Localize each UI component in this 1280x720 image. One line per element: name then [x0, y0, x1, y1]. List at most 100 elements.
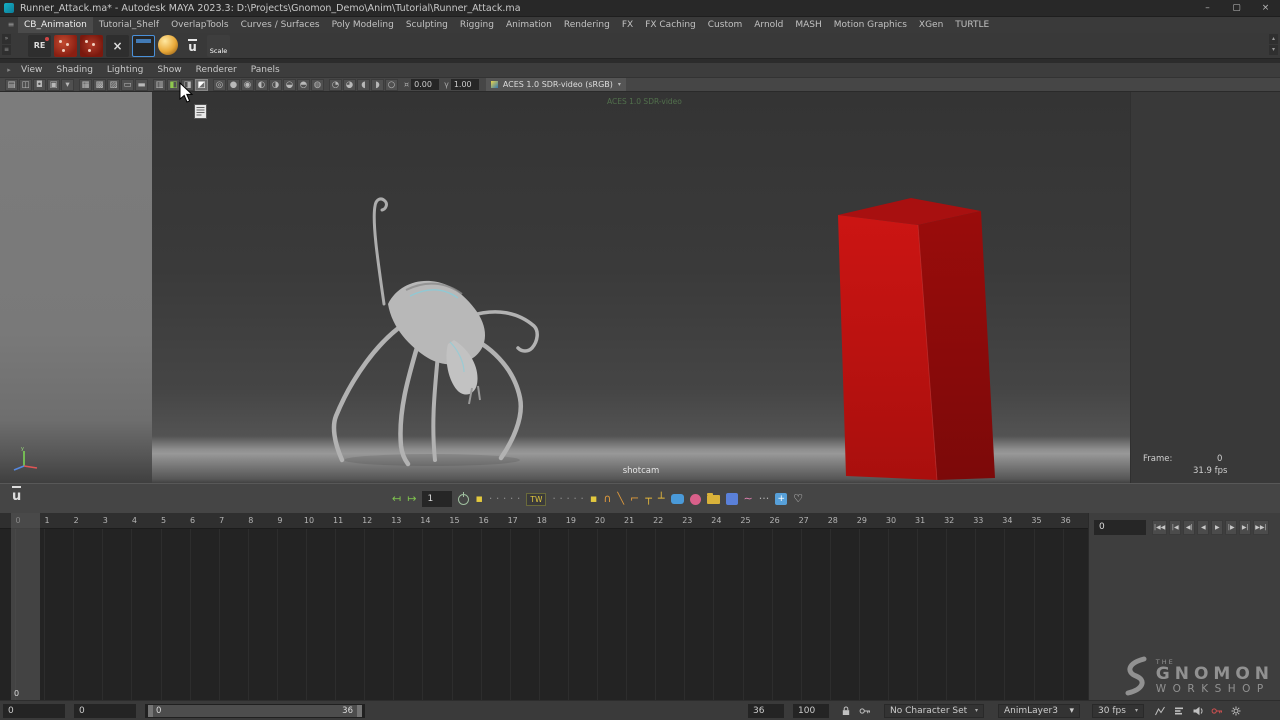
u-logo-icon[interactable]: u — [12, 489, 21, 504]
viewport[interactable]: y ACES 1.0 SDR-video shotcam — [0, 92, 1280, 483]
plugin-shapes-icon[interactable]: ○ — [385, 79, 398, 91]
go-to-start-button[interactable]: |◀◀ — [1152, 520, 1167, 535]
shadows-icon[interactable]: ◑ — [269, 79, 282, 91]
shelf-tab-curves-surfaces[interactable]: Curves / Surfaces — [235, 17, 326, 33]
image-plane-icon[interactable]: ▦ — [79, 79, 92, 91]
fps-dropdown[interactable]: 30 fps ▾ — [1092, 704, 1144, 718]
viewport-left-mask[interactable]: y — [0, 92, 152, 483]
viewport-right-mask[interactable]: Frame: 0 31.9 fps — [1130, 92, 1280, 483]
playback-start-field[interactable]: 0 — [74, 704, 136, 718]
auto-key-icon[interactable] — [1209, 704, 1224, 718]
animation-start-field[interactable]: 0 — [3, 704, 65, 718]
creature-model[interactable] — [322, 192, 552, 472]
more-options-icon[interactable]: ··· — [759, 492, 770, 506]
playhead[interactable]: 0 — [11, 513, 40, 700]
step-forward-icon[interactable]: ↦ — [407, 492, 416, 506]
panel-menu-shading[interactable]: Shading — [49, 65, 100, 75]
shelf-scroll-down-icon[interactable]: ▾ — [1269, 45, 1278, 55]
shelf-tab-motion-graphics[interactable]: Motion Graphics — [828, 17, 913, 33]
camera-lock-icon[interactable]: ◘ — [33, 79, 46, 91]
grease-pencil-icon[interactable]: ▨ — [107, 79, 120, 91]
time-slider[interactable]: 0123456789101112131415161718192021222324… — [0, 513, 1088, 700]
shelf-side-arrow-icon[interactable]: » — [2, 34, 11, 44]
character-key-icon[interactable]: + — [775, 493, 787, 505]
anchor-start-icon[interactable]: ┬ — [645, 492, 652, 506]
tangent-spline-icon[interactable]: ∩ — [603, 492, 611, 506]
play-forwards-button[interactable]: ▶ — [1211, 520, 1223, 535]
key-tick-left-icon[interactable]: ▪ — [475, 492, 482, 506]
panel-menu-show[interactable]: Show — [150, 65, 188, 75]
tangent-stepped-icon[interactable]: ⌐ — [630, 492, 639, 506]
xray-joints-icon[interactable]: ◗ — [371, 79, 384, 91]
red-box-model[interactable] — [834, 196, 1004, 482]
scale-shelf-icon[interactable]: Scale — [207, 35, 230, 57]
step-back-icon[interactable]: ↤ — [392, 492, 401, 506]
shelf-menu-icon[interactable]: ≡ — [4, 17, 18, 33]
depth-of-field-icon[interactable]: ◔ — [329, 79, 342, 91]
rig-shelf-icon-2[interactable] — [80, 35, 103, 57]
resolution-gate-icon[interactable]: ▬ — [135, 79, 148, 91]
key-tool-icon[interactable] — [726, 493, 738, 505]
camera-view[interactable]: ACES 1.0 SDR-video shotcam — [152, 92, 1130, 483]
animation-end-field[interactable]: 100 — [793, 704, 829, 718]
sphere-shelf-icon[interactable] — [158, 35, 178, 55]
tangent-linear-icon[interactable]: ╲ — [617, 492, 624, 506]
textured-mode-icon[interactable]: ◉ — [241, 79, 254, 91]
delete-shelf-icon[interactable]: × — [106, 35, 129, 57]
wireframe-icon[interactable]: ◎ — [213, 79, 226, 91]
range-fill[interactable] — [148, 705, 362, 717]
anchor-end-icon[interactable]: ┴ — [658, 492, 665, 506]
bookmarks-icon[interactable]: ▾ — [61, 79, 74, 91]
safe-title-icon[interactable]: ◩ — [195, 79, 208, 91]
speaker-icon[interactable] — [1190, 704, 1205, 718]
lighting-icon[interactable]: ◐ — [255, 79, 268, 91]
shelf-tab-rigging[interactable]: Rigging — [454, 17, 500, 33]
key-range-icon[interactable] — [857, 704, 872, 718]
shelf-tab-sculpting[interactable]: Sculpting — [400, 17, 454, 33]
anim-layer-dropdown[interactable]: AnimLayer3 ▾ — [998, 704, 1080, 718]
minimize-button[interactable]: – — [1193, 0, 1222, 16]
shelf-tab-rendering[interactable]: Rendering — [558, 17, 616, 33]
grid-icon[interactable]: ▩ — [93, 79, 106, 91]
range-slider[interactable]: 0 36 — [145, 704, 365, 718]
step-back-key-button[interactable]: ◀| — [1183, 520, 1195, 535]
current-frame-field[interactable]: 1 — [422, 491, 452, 507]
playback-end-field[interactable]: 36 — [748, 704, 784, 718]
screen-space-ao-icon[interactable]: ◒ — [283, 79, 296, 91]
shelf-tab-arnold[interactable]: Arnold — [748, 17, 789, 33]
motion-blur-icon[interactable]: ◓ — [297, 79, 310, 91]
maximize-button[interactable]: ▢ — [1222, 0, 1251, 16]
tick-dots-left[interactable]: · · · · · — [489, 492, 520, 506]
multisample-aa-icon[interactable]: ◍ — [311, 79, 324, 91]
shelf-tab-poly-modeling[interactable]: Poly Modeling — [326, 17, 400, 33]
time-ruler[interactable]: 0123456789101112131415161718192021222324… — [0, 513, 1088, 529]
shelf-side-menu-icon[interactable]: ≡ — [2, 45, 11, 55]
u-logo-shelf-icon[interactable]: u — [181, 35, 204, 57]
exposure-field[interactable]: 0.00 — [411, 79, 439, 90]
wave-icon[interactable]: ∼ — [744, 492, 753, 506]
folder-icon[interactable] — [707, 495, 720, 504]
shelf-tab-animation[interactable]: Animation — [500, 17, 558, 33]
shelf-tab-mash[interactable]: MASH — [789, 17, 827, 33]
shelf-tab-custom[interactable]: Custom — [702, 17, 748, 33]
select-highlight-icon[interactable]: ▤ — [5, 79, 18, 91]
range-handle-left[interactable] — [148, 705, 153, 717]
power-icon[interactable] — [458, 494, 469, 505]
re-shelf-button[interactable]: RE — [28, 35, 51, 57]
play-backwards-button[interactable]: ◀ — [1197, 520, 1209, 535]
camera-select-icon[interactable]: ◫ — [19, 79, 32, 91]
gamma-field[interactable]: 1.00 — [451, 79, 479, 90]
current-frame-field[interactable]: 0 — [1094, 520, 1146, 535]
tw-button[interactable]: TW — [526, 493, 546, 506]
shelf-tab-fx-caching[interactable]: FX Caching — [639, 17, 702, 33]
panel-menu-lighting[interactable]: Lighting — [100, 65, 150, 75]
character-set-dropdown[interactable]: No Character Set ▾ — [884, 704, 984, 718]
exposure-icon[interactable]: ¤ — [404, 80, 409, 89]
panel-menu-panels[interactable]: Panels — [244, 65, 287, 75]
dope-sheet-icon[interactable] — [1171, 704, 1186, 718]
rig-shelf-icon-1[interactable] — [54, 35, 77, 57]
shelf-tab-overlaptools[interactable]: OverlapTools — [165, 17, 235, 33]
shelf-tab-tutorial-shelf[interactable]: Tutorial_Shelf — [93, 17, 165, 33]
shaded-mode-icon[interactable]: ● — [227, 79, 240, 91]
step-back-frame-button[interactable]: |◀ — [1169, 520, 1181, 535]
